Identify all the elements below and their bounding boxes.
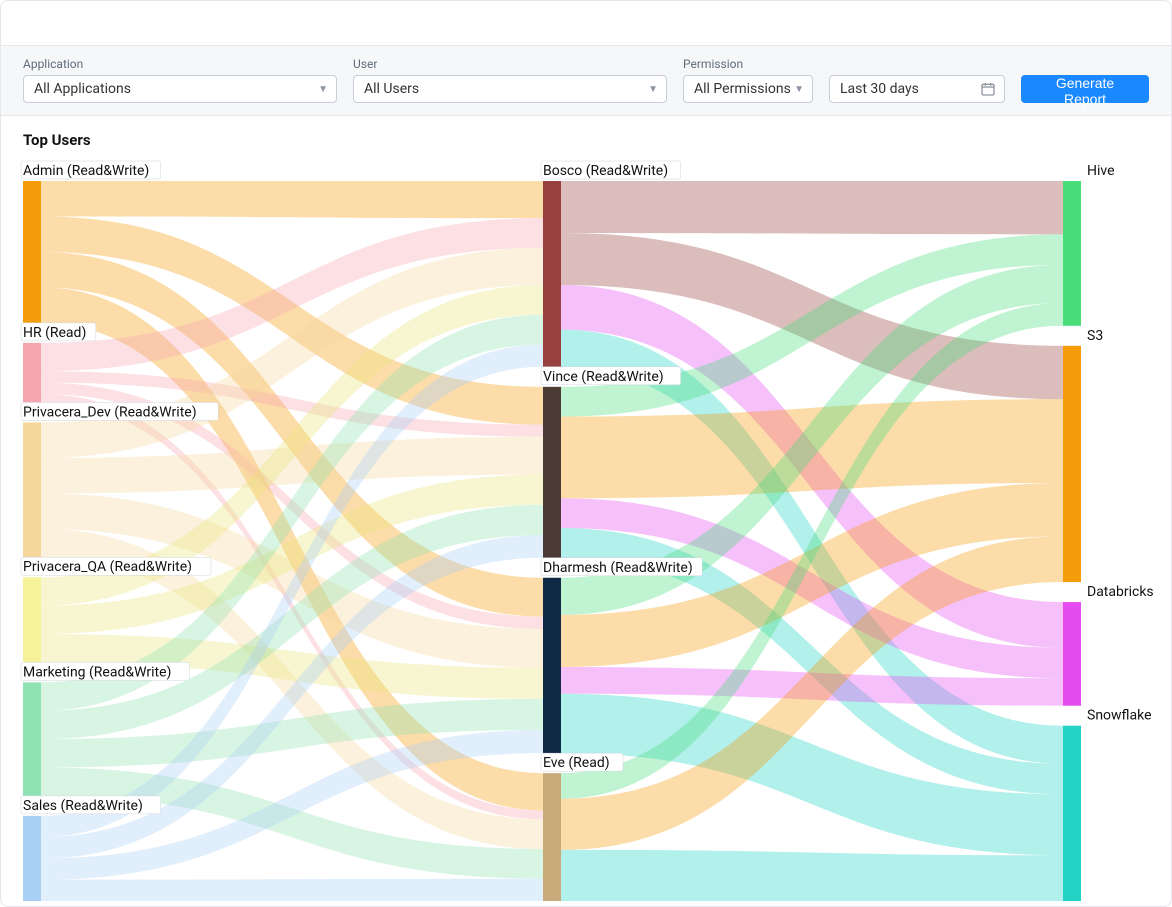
svg-text:Privacera_QA (Read&Write): Privacera_QA (Read&Write)	[23, 559, 192, 575]
svg-text:Privacera_Dev (Read&Write): Privacera_Dev (Read&Write)	[23, 404, 197, 420]
filter-date-label	[829, 57, 1005, 71]
filter-user: User All Users ▼	[353, 57, 667, 103]
svg-text:Vince (Read&Write): Vince (Read&Write)	[543, 369, 664, 385]
date-range-value: Last 30 days	[840, 81, 919, 97]
chevron-down-icon: ▼	[318, 84, 328, 95]
filter-permission: Permission All Permissions ▼	[683, 57, 813, 103]
filter-user-label: User	[353, 57, 667, 71]
permission-select-value: All Permissions	[694, 81, 791, 97]
svg-text:S3: S3	[1087, 328, 1103, 344]
svg-text:Sales (Read&Write): Sales (Read&Write)	[23, 798, 143, 814]
top-users-sankey-chart: Admin (Read&Write) HR (Read) Privacera_Dev…	[23, 161, 1151, 901]
generate-report-button[interactable]: Generate Report	[1021, 75, 1149, 103]
filter-date: Last 30 days	[829, 57, 1005, 103]
user-select[interactable]: All Users ▼	[353, 75, 667, 103]
permission-select[interactable]: All Permissions ▼	[683, 75, 813, 103]
chevron-down-icon: ▼	[794, 84, 804, 95]
filter-application-label: Application	[23, 57, 337, 71]
filter-application: Application All Applications ▼	[23, 57, 337, 103]
svg-text:Bosco (Read&Write): Bosco (Read&Write)	[543, 163, 668, 179]
svg-text:Dharmesh (Read&Write): Dharmesh (Read&Write)	[543, 560, 693, 576]
svg-text:Snowflake: Snowflake	[1087, 708, 1152, 724]
filter-bar: Application All Applications ▼ User All …	[1, 45, 1171, 116]
calendar-icon	[980, 81, 996, 97]
user-select-value: All Users	[364, 81, 419, 97]
date-range-select[interactable]: Last 30 days	[829, 75, 1005, 103]
svg-text:Databricks: Databricks	[1087, 584, 1154, 600]
svg-text:Eve (Read): Eve (Read)	[543, 755, 610, 771]
section-title: Top Users	[23, 131, 91, 149]
svg-text:Hive: Hive	[1087, 163, 1115, 179]
svg-text:Admin (Read&Write): Admin (Read&Write)	[23, 163, 149, 179]
filter-permission-label: Permission	[683, 57, 813, 71]
application-select-value: All Applications	[34, 81, 131, 97]
chevron-down-icon: ▼	[648, 84, 658, 95]
svg-text:HR (Read): HR (Read)	[23, 325, 86, 341]
application-select[interactable]: All Applications ▼	[23, 75, 337, 103]
svg-text:Marketing (Read&Write): Marketing (Read&Write)	[23, 664, 171, 680]
report-page: Application All Applications ▼ User All …	[0, 0, 1172, 907]
